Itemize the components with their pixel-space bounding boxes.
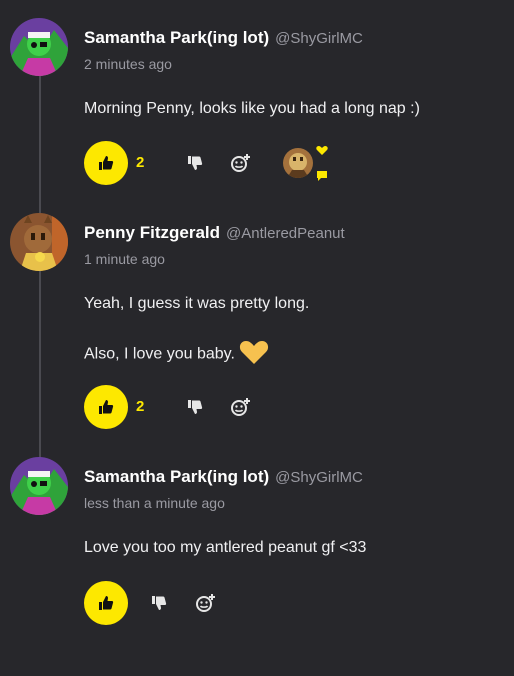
thumbs-up-icon (99, 400, 114, 414)
add-reaction-button[interactable] (230, 152, 252, 174)
like-button[interactable] (84, 385, 128, 429)
reaction-avatar[interactable] (283, 148, 313, 178)
timestamp: 1 minute ago (84, 251, 165, 267)
timestamp: 2 minutes ago (84, 56, 172, 72)
timestamp: less than a minute ago (84, 495, 225, 511)
add-reaction-icon (231, 154, 250, 172)
comment-text: Morning Penny, looks like you had a long… (84, 100, 420, 117)
comment-text-line: Also, I love you baby. (84, 339, 269, 370)
yellow-heart-emoji (239, 339, 269, 370)
dislike-button[interactable] (184, 152, 206, 174)
author-name[interactable]: Samantha Park(ing lot) @ShyGirlMC (84, 28, 363, 48)
author-handle[interactable]: @ShyGirlMC (275, 30, 363, 47)
speech-reaction-badge (316, 170, 328, 182)
like-count: 2 (136, 398, 145, 415)
heart-icon (316, 146, 328, 155)
thumbs-down-icon (152, 596, 167, 610)
thumbs-down-icon (188, 400, 203, 414)
avatar[interactable] (10, 457, 68, 515)
add-reaction-button[interactable] (195, 592, 217, 614)
speech-bubble-icon (317, 171, 327, 181)
add-reaction-icon (231, 398, 250, 416)
like-button[interactable] (84, 141, 128, 185)
like-count: 2 (136, 154, 145, 171)
comment-text: Yeah, I guess it was pretty long. (84, 295, 310, 312)
dislike-button[interactable] (148, 592, 170, 614)
dislike-button[interactable] (184, 396, 206, 418)
heart-reaction-badge (316, 144, 328, 156)
comment-text: Love you too my antlered peanut gf <33 (84, 539, 367, 556)
avatar[interactable] (10, 18, 68, 76)
author-handle[interactable]: @AntleredPeanut (226, 225, 345, 242)
author-handle[interactable]: @ShyGirlMC (275, 469, 363, 486)
author-name[interactable]: Penny Fitzgerald @AntleredPeanut (84, 223, 345, 243)
thumbs-up-icon (99, 156, 114, 170)
thumbs-up-icon (99, 596, 114, 610)
thumbs-down-icon (188, 156, 203, 170)
author-name[interactable]: Samantha Park(ing lot) @ShyGirlMC (84, 467, 363, 487)
add-reaction-button[interactable] (230, 396, 252, 418)
like-button[interactable] (84, 581, 128, 625)
avatar[interactable] (10, 213, 68, 271)
add-reaction-icon (196, 594, 215, 612)
